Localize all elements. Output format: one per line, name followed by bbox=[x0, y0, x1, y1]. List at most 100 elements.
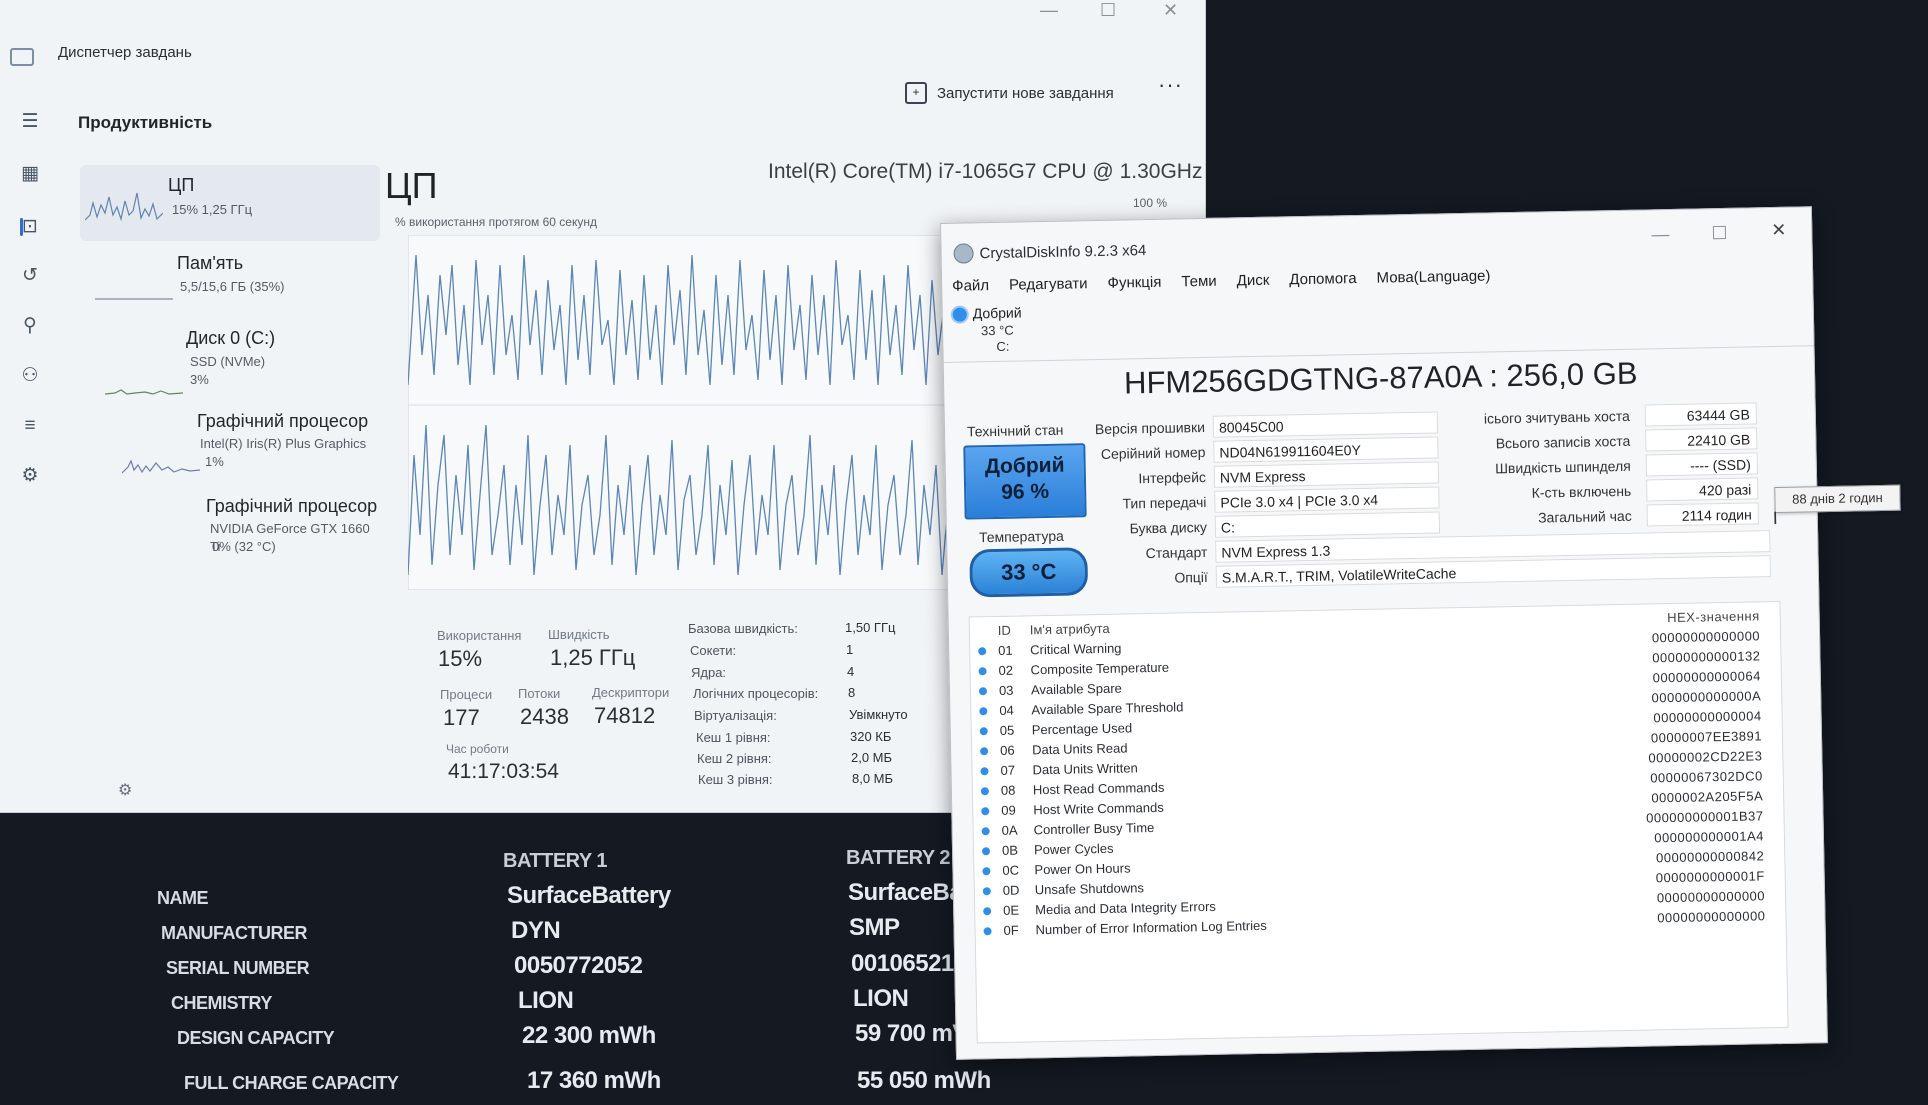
perf-item-name: Графічний процесор bbox=[206, 496, 378, 516]
menu-file[interactable]: Файл bbox=[952, 277, 989, 295]
perf-item-sub2: 0% (32 °C) bbox=[212, 539, 276, 554]
crystaldiskinfo-app-icon bbox=[953, 243, 974, 264]
details-icon[interactable]: ≡ bbox=[18, 414, 42, 438]
perf-item-disk[interactable]: Диск 0 (C:) SSD (NVMe) 3% bbox=[80, 320, 380, 396]
attr-name: Media and Data Integrity Errors bbox=[1035, 898, 1216, 918]
attr-id: 0A bbox=[1001, 822, 1018, 838]
info-label: Серійний номер bbox=[1100, 443, 1206, 462]
close-button[interactable]: ✕ bbox=[1771, 220, 1786, 241]
attr-id: 02 bbox=[998, 662, 1014, 678]
smart-attributes-table[interactable]: ID Ім'я атрибута HEX-значення 01 Critical… bbox=[968, 600, 1789, 1044]
header-name: Ім'я атрибута bbox=[1029, 620, 1110, 638]
cpu-mini-graph bbox=[85, 192, 163, 222]
attr-name: Host Write Commands bbox=[1033, 799, 1164, 818]
utilization-value: 15% bbox=[438, 646, 483, 671]
host-reads-value: 63444 GB bbox=[1644, 402, 1758, 427]
menu-function[interactable]: Функція bbox=[1107, 274, 1161, 292]
status-dot-icon bbox=[980, 767, 989, 776]
performance-icon[interactable]: ⊡ bbox=[18, 215, 42, 239]
battery-1-value: 17 360 mWh bbox=[527, 1067, 661, 1094]
spec-value: 1,50 ГГц bbox=[845, 620, 896, 635]
run-new-task-button[interactable]: + Запустити нове завдання bbox=[905, 80, 1114, 106]
perf-item-cpu[interactable]: ЦП 15% 1,25 ГГц bbox=[80, 165, 380, 241]
app-history-icon[interactable]: ↺ bbox=[18, 264, 42, 288]
close-button[interactable]: ✕ bbox=[1163, 0, 1178, 21]
battery-1-value: LION bbox=[518, 987, 574, 1014]
battery-key: NAME bbox=[157, 888, 209, 908]
status-dot-icon bbox=[980, 787, 989, 796]
utilization-label: Використання bbox=[437, 628, 522, 643]
attr-id: 0C bbox=[1002, 862, 1020, 878]
attr-name: Available Spare Threshold bbox=[1031, 699, 1184, 718]
spec-label: Кеш 2 рівня: bbox=[697, 751, 772, 766]
info-label: Швидкість шпинделя bbox=[1494, 457, 1631, 477]
attr-name: Host Read Commands bbox=[1032, 779, 1165, 798]
status-dot-icon bbox=[981, 847, 991, 856]
disk-tab[interactable]: Добрий 33 °C C: bbox=[951, 304, 1062, 358]
header-id: ID bbox=[997, 622, 1011, 638]
speed-value: 1,25 ГГц bbox=[550, 645, 636, 670]
attr-name: Data Units Read bbox=[1031, 740, 1128, 758]
threads-value: 2438 bbox=[520, 704, 569, 729]
info-label: Загальний час bbox=[1537, 507, 1632, 526]
handles-label: Дескриптори bbox=[592, 685, 670, 700]
speed-label: Швидкість bbox=[548, 627, 610, 642]
menu-help[interactable]: Допомога bbox=[1289, 270, 1357, 288]
perf-item-sub1: SSD (NVMe) bbox=[190, 354, 266, 369]
info-label: Інтерфейс bbox=[1138, 468, 1207, 487]
disk-mini-graph bbox=[105, 389, 183, 395]
attr-hex: 00000000000000 bbox=[1651, 628, 1761, 646]
attr-id: 01 bbox=[998, 642, 1013, 658]
disk-tab-status: Добрий bbox=[972, 304, 1022, 322]
attr-hex: 00000000000064 bbox=[1652, 668, 1761, 686]
processes-icon[interactable]: ▦ bbox=[18, 162, 42, 186]
menu-language[interactable]: Мова(Language) bbox=[1376, 267, 1490, 286]
status-dot-icon bbox=[978, 687, 988, 696]
handles-value: 74812 bbox=[594, 703, 656, 728]
rotation-rate-value: ---- (SSD) bbox=[1645, 452, 1758, 477]
attr-id: 07 bbox=[1000, 762, 1016, 778]
services-icon[interactable]: ⚙ bbox=[18, 464, 42, 488]
battery-2-value: 59 700 mV bbox=[855, 1020, 968, 1047]
perf-item-gpu0[interactable]: Графічний процесор Intel(R) Iris(R) Plus… bbox=[80, 405, 380, 481]
menu-edit[interactable]: Редагувати bbox=[1009, 275, 1088, 294]
maximize-button[interactable]: ☐ bbox=[1100, 0, 1116, 21]
battery-key: DESIGN CAPACITY bbox=[177, 1028, 335, 1048]
perf-item-memory[interactable]: Пам'ять 5,5/15,6 ГБ (35%) bbox=[80, 245, 380, 321]
hamburger-menu-icon[interactable]: ☰ bbox=[18, 110, 42, 134]
perf-item-gpu1[interactable]: Графічний процесор NVIDIA GeForce GTX 16… bbox=[80, 490, 380, 566]
battery-2-value: LION bbox=[853, 985, 909, 1012]
battery-2-value: SurfaceBat bbox=[848, 879, 970, 906]
attr-name: Number of Error Information Log Entries bbox=[1035, 917, 1267, 938]
minimize-button[interactable]: — bbox=[1040, 0, 1058, 21]
power-on-count-value: 420 разі bbox=[1646, 477, 1759, 502]
spec-value: 8 bbox=[848, 685, 856, 700]
attr-name: Available Spare bbox=[1030, 680, 1122, 698]
battery-2-header: BATTERY 2 bbox=[846, 847, 951, 869]
perf-item-sub2: 1% bbox=[205, 454, 224, 469]
more-options-button[interactable]: ··· bbox=[1158, 72, 1183, 98]
status-dot-icon bbox=[983, 927, 992, 936]
users-icon[interactable]: ⚇ bbox=[18, 364, 42, 388]
minimize-button[interactable]: — bbox=[1651, 224, 1669, 245]
status-dot-icon bbox=[980, 747, 989, 756]
spec-label: Сокети: bbox=[690, 643, 737, 658]
disk-tab-temp: 33 °C bbox=[980, 322, 1014, 339]
startup-apps-icon[interactable]: ⚲ bbox=[18, 314, 42, 338]
drive-letter-value: C: bbox=[1214, 511, 1441, 538]
spec-label: Кеш 1 рівня: bbox=[696, 730, 771, 745]
info-label: Буква диску bbox=[1129, 518, 1208, 537]
menu-disk[interactable]: Диск bbox=[1237, 272, 1270, 290]
status-dot-icon bbox=[981, 827, 990, 836]
attr-id: 06 bbox=[999, 742, 1015, 758]
attr-id: 08 bbox=[1000, 782, 1016, 798]
info-label: Тип передачі bbox=[1122, 493, 1207, 512]
health-dot-icon bbox=[952, 307, 967, 322]
spec-label: Віртуалізація: bbox=[694, 708, 777, 723]
attr-id: 0E bbox=[1003, 902, 1020, 918]
maximize-button[interactable]: ☐ bbox=[1711, 223, 1728, 244]
settings-icon[interactable]: ⚙ bbox=[118, 780, 132, 800]
attr-hex: 000000000001B37 bbox=[1646, 808, 1764, 826]
menu-theme[interactable]: Теми bbox=[1181, 273, 1217, 291]
cpu-graph-caption: % використання протягом 60 секунд bbox=[395, 215, 597, 229]
